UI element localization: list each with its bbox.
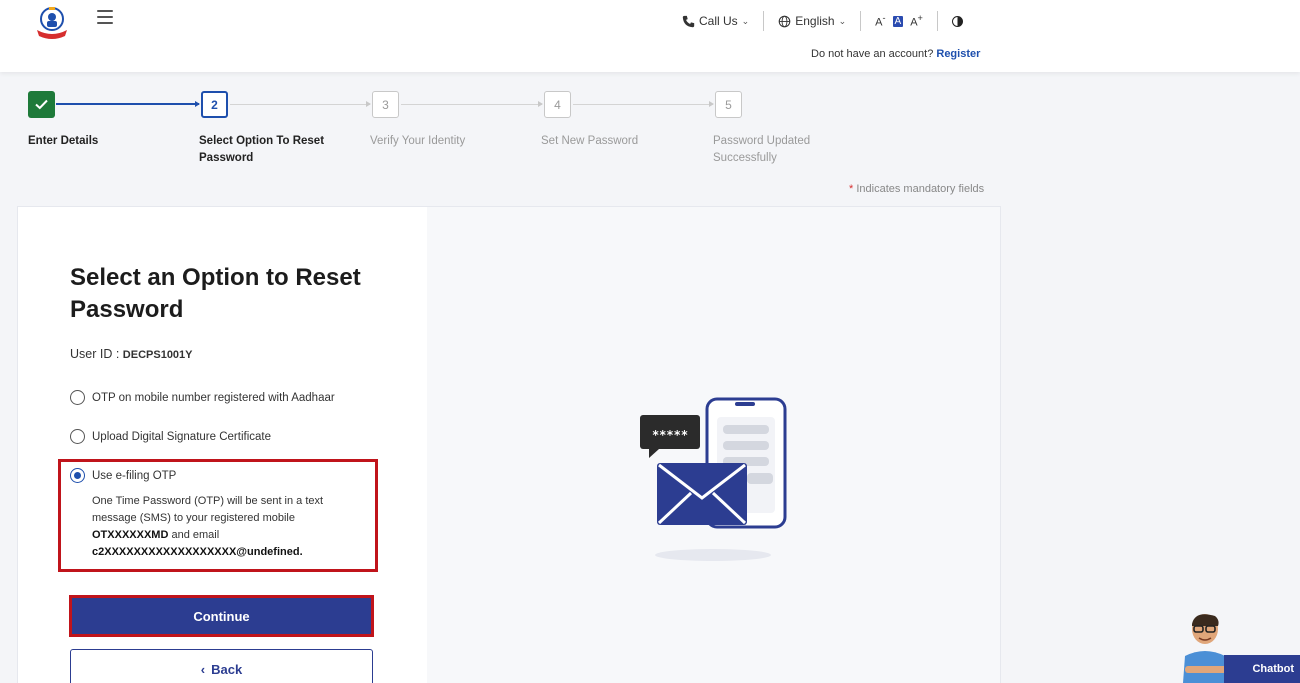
step-3-label: Verify Your Identity xyxy=(370,135,466,147)
step-1-label: Enter Details xyxy=(28,135,99,147)
menu-icon[interactable] xyxy=(97,10,113,24)
top-nav: Call Us ⌄ English ⌄ A- A A+ xyxy=(682,11,963,31)
language-label: English xyxy=(795,14,835,28)
chatbot-widget[interactable]: Chatbot xyxy=(1175,612,1300,683)
contrast-icon[interactable] xyxy=(951,15,963,27)
step-2-indicator: 2 xyxy=(201,91,228,118)
step-connector xyxy=(401,101,543,107)
step-connector xyxy=(573,101,714,107)
radio-aadhaar-otp[interactable] xyxy=(70,390,85,405)
top-header: Call Us ⌄ English ⌄ A- A A+ Do not have … xyxy=(0,0,1300,72)
normal-font-button[interactable]: A xyxy=(892,15,904,27)
option-label: Upload Digital Signature Certificate xyxy=(92,430,271,443)
font-size-controls: A- A A+ xyxy=(875,13,923,29)
divider xyxy=(936,11,938,31)
back-button[interactable]: ‹ Back xyxy=(70,649,373,683)
chevron-down-icon: ⌄ xyxy=(741,15,750,26)
password-mask: ***** xyxy=(652,428,688,442)
step-5-indicator: 5 xyxy=(715,91,742,118)
masked-email: c2XXXXXXXXXXXXXXXXXX@undefined. xyxy=(92,546,303,558)
otp-illustration-icon: ***** xyxy=(640,397,787,561)
user-id: User ID : DECPS1001Y xyxy=(70,347,193,361)
step-4-indicator: 4 xyxy=(544,91,571,118)
chevron-left-icon: ‹ xyxy=(200,661,206,677)
chevron-down-icon: ⌄ xyxy=(838,15,847,26)
mandatory-note: * Indicates mandatory fields xyxy=(849,183,985,195)
call-us-label: Call Us xyxy=(699,14,738,28)
divider xyxy=(860,11,862,31)
step-3-indicator: 3 xyxy=(372,91,399,118)
phone-icon xyxy=(682,15,695,27)
option-dsc[interactable]: Upload Digital Signature Certificate xyxy=(70,429,271,444)
radio-efiling-otp[interactable] xyxy=(70,468,85,483)
option-aadhaar-otp[interactable]: OTP on mobile number registered with Aad… xyxy=(70,390,335,405)
register-link[interactable]: Register xyxy=(936,48,980,60)
radio-dsc[interactable] xyxy=(70,429,85,444)
user-id-value: DECPS1001Y xyxy=(122,349,193,361)
increase-font-button[interactable]: A+ xyxy=(910,13,923,29)
decrease-font-button[interactable]: A- xyxy=(875,13,885,29)
continue-button[interactable]: Continue xyxy=(69,595,374,637)
page-title: Select an Option to Reset Password xyxy=(70,264,361,323)
emblem-logo-icon[interactable] xyxy=(32,6,72,40)
globe-icon xyxy=(778,15,791,27)
account-prompt: Do not have an account? Register xyxy=(811,48,980,60)
masked-mobile: OTXXXXXXMD xyxy=(92,529,169,541)
required-asterisk: * xyxy=(849,183,854,195)
step-connector xyxy=(230,101,371,107)
option-label: Use e-filing OTP xyxy=(92,469,177,482)
divider xyxy=(763,11,765,31)
step-4-label: Set New Password xyxy=(541,135,639,147)
chatbot-label: Chatbot xyxy=(1224,655,1300,683)
step-1-indicator xyxy=(28,91,55,118)
option-efiling-otp[interactable]: Use e-filing OTP xyxy=(70,468,176,483)
call-us-dropdown[interactable]: Call Us ⌄ xyxy=(682,14,749,28)
no-account-text: Do not have an account? xyxy=(811,48,934,60)
efiling-otp-description: One Time Password (OTP) will be sent in … xyxy=(92,495,324,558)
checkmark-icon xyxy=(35,99,48,110)
language-dropdown[interactable]: English ⌄ xyxy=(778,14,846,28)
user-id-label: User ID : xyxy=(70,347,120,361)
option-label: OTP on mobile number registered with Aad… xyxy=(92,391,335,404)
step-connector xyxy=(56,100,200,107)
step-2-label: Select Option To Reset Password xyxy=(199,135,325,164)
step-5-label: Password Updated Successfully xyxy=(713,135,811,164)
